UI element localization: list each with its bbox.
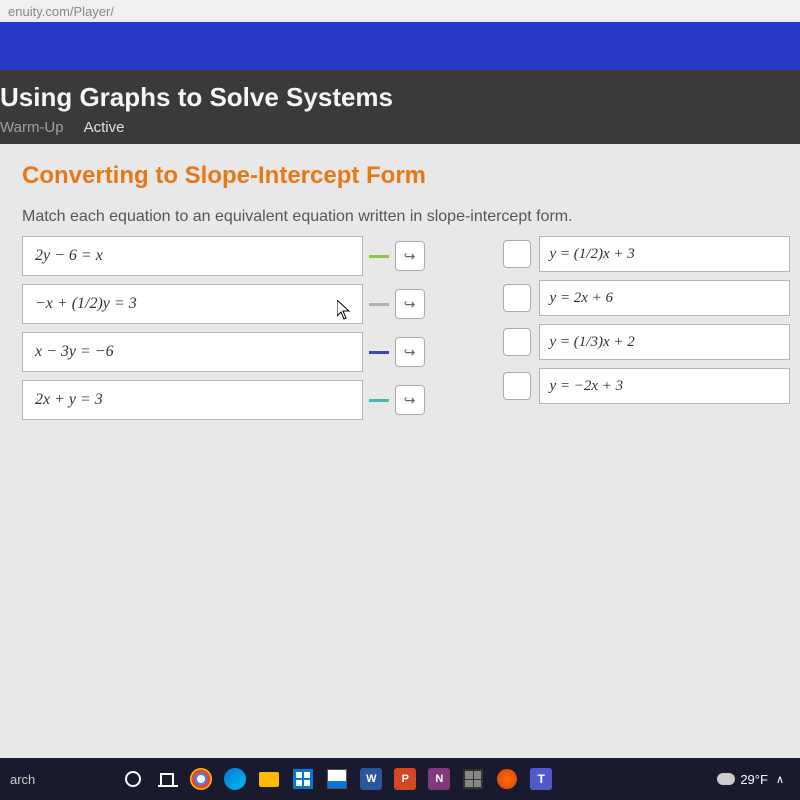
equation-box[interactable]: x − 3y = −6 bbox=[22, 332, 363, 372]
explorer-icon[interactable] bbox=[253, 763, 285, 795]
drop-target[interactable] bbox=[503, 372, 531, 400]
task-view-icon[interactable] bbox=[151, 763, 183, 795]
drop-target[interactable] bbox=[503, 284, 531, 312]
left-column: 2y − 6 = x ↪ −x + (1/2)y = 3 ↪ x − 3y = … bbox=[22, 236, 425, 420]
store-icon[interactable] bbox=[287, 763, 319, 795]
drop-target[interactable] bbox=[503, 328, 531, 356]
equation-box[interactable]: 2y − 6 = x bbox=[22, 236, 363, 276]
equation-box[interactable]: 2x + y = 3 bbox=[22, 380, 363, 420]
lesson-title: Using Graphs to Solve Systems bbox=[0, 82, 784, 113]
right-column: y = (1/2)x + 3 y = 2x + 6 y = (1/3)x + 2… bbox=[503, 236, 791, 404]
teams-icon[interactable]: T bbox=[525, 763, 557, 795]
calculator-icon[interactable] bbox=[457, 763, 489, 795]
onenote-icon[interactable]: N bbox=[423, 763, 455, 795]
search-input[interactable]: arch bbox=[10, 772, 35, 787]
connector-line bbox=[369, 351, 389, 354]
arrow-right-icon: ↪ bbox=[404, 344, 416, 361]
arrow-right-icon: ↪ bbox=[404, 248, 416, 265]
cloud-icon bbox=[717, 773, 735, 785]
answer-row: y = −2x + 3 bbox=[503, 368, 791, 404]
drop-target[interactable] bbox=[503, 240, 531, 268]
arrow-right-icon: ↪ bbox=[404, 392, 416, 409]
answer-row: y = (1/2)x + 3 bbox=[503, 236, 791, 272]
arrow-button[interactable]: ↪ bbox=[395, 337, 425, 367]
weather-widget[interactable]: 29°F bbox=[717, 772, 768, 787]
arrow-button[interactable]: ↪ bbox=[395, 289, 425, 319]
antivirus-icon[interactable] bbox=[491, 763, 523, 795]
tab-warmup[interactable]: Warm-Up bbox=[0, 119, 64, 136]
chrome-icon[interactable] bbox=[185, 763, 217, 795]
answer-box[interactable]: y = 2x + 6 bbox=[539, 280, 791, 316]
lesson-header: Using Graphs to Solve Systems Warm-Up Ac… bbox=[0, 70, 800, 144]
arrow-button[interactable]: ↪ bbox=[395, 241, 425, 271]
match-row: 2x + y = 3 ↪ bbox=[22, 380, 425, 420]
temperature-text: 29°F bbox=[740, 772, 768, 787]
arrow-button[interactable]: ↪ bbox=[395, 385, 425, 415]
arrow-right-icon: ↪ bbox=[404, 296, 416, 313]
section-title: Converting to Slope-Intercept Form bbox=[22, 162, 790, 190]
cortana-icon[interactable] bbox=[117, 763, 149, 795]
top-banner bbox=[0, 22, 800, 70]
tray-chevron-icon[interactable]: ∧ bbox=[770, 773, 790, 786]
answer-box[interactable]: y = (1/3)x + 2 bbox=[539, 324, 791, 360]
connector-line bbox=[369, 255, 389, 258]
tab-active[interactable]: Active bbox=[84, 119, 125, 136]
word-icon[interactable]: W bbox=[355, 763, 387, 795]
content-area: Converting to Slope-Intercept Form Match… bbox=[0, 144, 800, 430]
match-row: −x + (1/2)y = 3 ↪ bbox=[22, 284, 425, 324]
connector-line bbox=[369, 303, 389, 306]
answer-box[interactable]: y = −2x + 3 bbox=[539, 368, 791, 404]
powerpoint-icon[interactable]: P bbox=[389, 763, 421, 795]
url-bar: enuity.com/Player/ bbox=[0, 0, 800, 22]
match-row: 2y − 6 = x ↪ bbox=[22, 236, 425, 276]
answer-row: y = 2x + 6 bbox=[503, 280, 791, 316]
taskbar: arch W P N T 29°F ∧ bbox=[0, 758, 800, 800]
instruction-text: Match each equation to an equivalent equ… bbox=[22, 208, 790, 226]
paint-icon[interactable] bbox=[321, 763, 353, 795]
matching-area: 2y − 6 = x ↪ −x + (1/2)y = 3 ↪ x − 3y = … bbox=[22, 236, 790, 420]
equation-box[interactable]: −x + (1/2)y = 3 bbox=[22, 284, 363, 324]
answer-row: y = (1/3)x + 2 bbox=[503, 324, 791, 360]
match-row: x − 3y = −6 ↪ bbox=[22, 332, 425, 372]
edge-icon[interactable] bbox=[219, 763, 251, 795]
answer-box[interactable]: y = (1/2)x + 3 bbox=[539, 236, 791, 272]
tabs: Warm-Up Active bbox=[0, 119, 784, 136]
connector-line bbox=[369, 399, 389, 402]
